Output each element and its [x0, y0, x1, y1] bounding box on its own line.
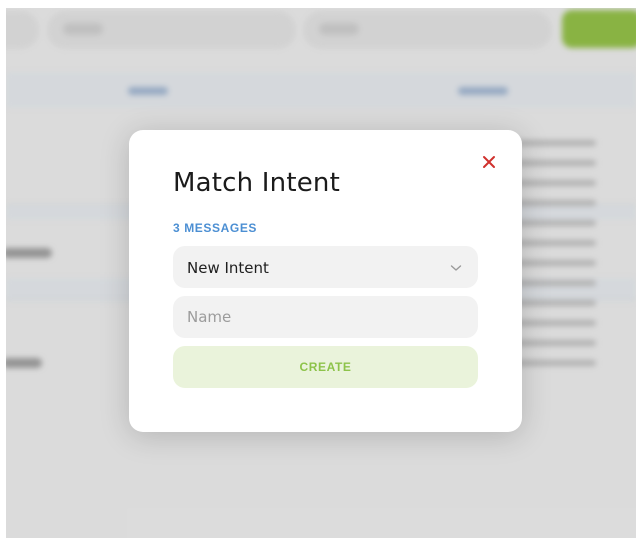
close-icon — [483, 156, 495, 168]
message-count-label: 3 MESSAGES — [173, 221, 258, 235]
intent-select[interactable]: New Intent — [173, 246, 478, 288]
close-button[interactable] — [479, 152, 499, 172]
match-intent-modal: Match Intent 3 MESSAGES New Intent CREAT… — [129, 130, 522, 432]
create-button[interactable]: CREATE — [173, 346, 478, 388]
modal-title: Match Intent — [173, 168, 341, 198]
intent-select-value: New Intent — [187, 259, 269, 277]
name-input[interactable] — [173, 296, 478, 338]
chevron-down-icon — [450, 265, 462, 271]
